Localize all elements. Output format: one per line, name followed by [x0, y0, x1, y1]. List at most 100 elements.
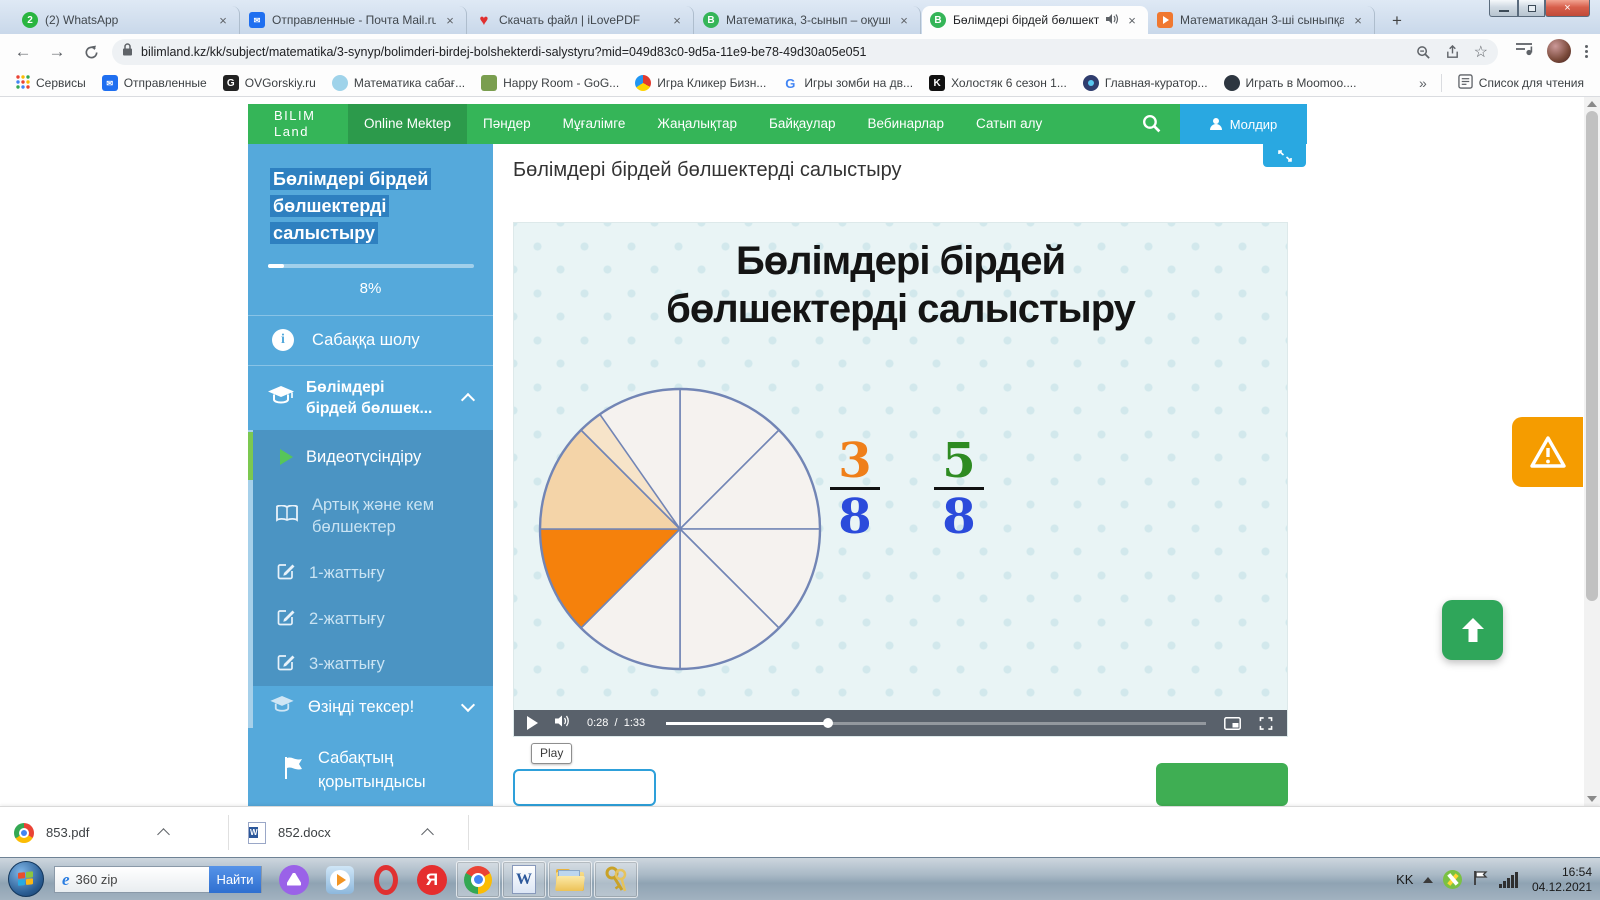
- taskbar-clock[interactable]: 16:54 04.12.2021: [1532, 865, 1592, 895]
- lock-icon[interactable]: [122, 43, 133, 61]
- page-scrollbar[interactable]: [1584, 97, 1600, 806]
- nav-pander[interactable]: Пәндер: [467, 104, 547, 144]
- zoom-icon[interactable]: [1416, 45, 1431, 60]
- audio-speaker-icon[interactable]: [1106, 13, 1119, 28]
- minimize-button[interactable]: [1489, 0, 1518, 17]
- volume-icon[interactable]: [555, 714, 571, 733]
- bookmark-sent-mail[interactable]: ✉ Отправленные: [101, 75, 207, 91]
- seek-handle[interactable]: [823, 718, 833, 728]
- nav-online-mektep[interactable]: Online Mektep: [348, 104, 468, 144]
- start-button[interactable]: [8, 861, 44, 897]
- taskbar-media-player-icon[interactable]: [318, 861, 362, 898]
- video-player[interactable]: Бөлімдері бірдей бөлшектерді салыстыру 3: [513, 222, 1288, 737]
- scrollbar-thumb[interactable]: [1586, 111, 1598, 601]
- chevron-up-icon[interactable]: [420, 828, 434, 841]
- 360-security-icon[interactable]: [1443, 870, 1463, 889]
- close-window-button[interactable]: ×: [1545, 0, 1590, 17]
- search-icon[interactable]: [1141, 113, 1162, 139]
- taskbar-word-icon[interactable]: W: [502, 861, 546, 898]
- scroll-down-arrow[interactable]: [1587, 796, 1597, 802]
- reload-icon[interactable]: [78, 39, 104, 65]
- seek-bar[interactable]: [666, 718, 1206, 728]
- scroll-up-arrow[interactable]: [1587, 101, 1597, 107]
- close-icon[interactable]: ×: [669, 12, 685, 28]
- pip-icon[interactable]: [1224, 717, 1241, 735]
- search-input-value[interactable]: 360 zip: [76, 872, 118, 887]
- nav-mugalimge[interactable]: Мұғалімге: [547, 104, 642, 144]
- close-icon[interactable]: ×: [1350, 12, 1366, 28]
- close-icon[interactable]: ×: [442, 12, 458, 28]
- bookmark-moomoo[interactable]: Играть в Moomoo....: [1223, 75, 1356, 91]
- taskbar-yandex-icon[interactable]: Я: [410, 861, 454, 898]
- user-account[interactable]: Молдир: [1180, 104, 1307, 144]
- download-item-pdf[interactable]: 853.pdf: [14, 817, 171, 848]
- tab-bilimland-1[interactable]: B Математика, 3-сынып – оқушы ×: [695, 6, 921, 34]
- close-icon[interactable]: ×: [215, 12, 231, 28]
- url-text[interactable]: bilimland.kz/kk/subject/matematika/3-syn…: [141, 45, 1402, 59]
- browser-menu-icon[interactable]: [1585, 44, 1588, 58]
- find-button[interactable]: Найти: [209, 866, 261, 893]
- sidebar-item-more-less-fractions[interactable]: Артық және кем бөлшектер: [248, 484, 493, 548]
- close-icon[interactable]: ×: [1124, 12, 1140, 28]
- forward-icon[interactable]: →: [44, 39, 70, 65]
- sidebar-section-lesson[interactable]: Бөлімдері бірдей бөлшек...: [248, 365, 493, 430]
- restore-button[interactable]: [1518, 0, 1545, 17]
- tab-ilovepdf[interactable]: ♥ Скачать файл | iLovePDF ×: [468, 6, 694, 34]
- pagination-box-partial[interactable]: [513, 769, 656, 806]
- tab-mailru[interactable]: ✉ Отправленные - Почта Mail.ru ×: [241, 6, 467, 34]
- taskbar-explorer-icon[interactable]: [548, 861, 592, 898]
- media-controls-icon[interactable]: [1515, 41, 1533, 62]
- sidebar-item-video[interactable]: Видеотүсіндіру: [248, 432, 493, 482]
- up-arrow-icon: [1461, 618, 1484, 642]
- tab-whatsapp[interactable]: 2 (2) WhatsApp ×: [14, 6, 240, 34]
- taskbar-chrome-icon[interactable]: [456, 861, 500, 898]
- download-item-docx[interactable]: W 852.docx: [248, 817, 434, 848]
- denominator: 8: [942, 489, 976, 545]
- nav-satyp-alu[interactable]: Сатып алу: [960, 104, 1058, 144]
- nav-vebinarlar[interactable]: Вебинарлар: [852, 104, 961, 144]
- warning-button[interactable]: [1512, 417, 1583, 487]
- bookmark-kholostyak[interactable]: K Холостяк 6 сезон 1...: [929, 75, 1067, 91]
- chevron-up-icon[interactable]: [157, 828, 171, 841]
- action-center-flag-icon[interactable]: [1472, 869, 1489, 891]
- tab-bilimland-active[interactable]: B Бөлімдері бірдей бөлшект ×: [922, 6, 1148, 34]
- tab-matematikadan[interactable]: Математикадан 3-ші сыныпқа ×: [1149, 6, 1375, 34]
- bookmark-matematika[interactable]: Математика сабағ...: [331, 75, 465, 91]
- sidebar-item-overview[interactable]: i Сабаққа шолу: [248, 315, 493, 365]
- bookmark-happy-room[interactable]: Happy Room - GoG...: [481, 75, 619, 91]
- fullscreen-icon[interactable]: [1259, 717, 1273, 735]
- sidebar-item-exercise-1[interactable]: 1-жаттығу: [248, 550, 493, 596]
- play-button[interactable]: [527, 716, 538, 730]
- bookmark-star-icon[interactable]: ☆: [1474, 42, 1488, 62]
- sidebar-item-lesson-summary[interactable]: Сабақтың қорытындысы: [248, 734, 493, 806]
- profile-avatar[interactable]: [1547, 39, 1571, 63]
- bookmark-services[interactable]: Сервисы: [16, 74, 86, 92]
- taskbar-alice-icon[interactable]: [272, 861, 316, 898]
- next-button-partial[interactable]: [1156, 763, 1288, 806]
- bookmark-ovgorskiy[interactable]: G OVGorskiy.ru: [222, 75, 316, 91]
- bookmark-zombie[interactable]: G Игры зомби на дв...: [782, 75, 913, 91]
- taskbar-search[interactable]: e 360 zip Найти: [54, 866, 262, 893]
- share-icon[interactable]: [1445, 44, 1460, 60]
- network-signal-icon[interactable]: [1499, 871, 1518, 888]
- taskbar-keys-icon[interactable]: [594, 861, 638, 898]
- bookmark-curator[interactable]: Главная-куратор...: [1082, 75, 1208, 91]
- reading-list[interactable]: Список для чтения: [1458, 74, 1584, 92]
- sidebar-item-exercise-3[interactable]: 3-жаттығу: [248, 642, 493, 686]
- nav-baiqaular[interactable]: Байқаулар: [753, 104, 852, 144]
- language-indicator[interactable]: KK: [1396, 872, 1413, 887]
- new-tab-button[interactable]: +: [1385, 9, 1409, 33]
- taskbar-opera-icon[interactable]: [364, 861, 408, 898]
- address-bar[interactable]: bilimland.kz/kk/subject/matematika/3-syn…: [112, 39, 1498, 65]
- close-icon[interactable]: ×: [896, 12, 912, 28]
- tray-expand-icon[interactable]: [1423, 876, 1434, 883]
- bookmarks-overflow[interactable]: »: [1419, 75, 1427, 91]
- nav-zhanalyqtar[interactable]: Жаңалықтар: [641, 104, 753, 144]
- back-icon[interactable]: ←: [10, 39, 36, 65]
- bookmark-clicker[interactable]: Игра Кликер Бизн...: [635, 75, 766, 91]
- scroll-to-top-button[interactable]: [1442, 600, 1503, 660]
- bilimland-logo[interactable]: BILIM Land: [274, 108, 315, 139]
- sidebar-item-exercise-2[interactable]: 2-жаттығу: [248, 596, 493, 642]
- resize-widget-button[interactable]: [1263, 144, 1306, 167]
- sidebar-item-check-yourself[interactable]: Өзіңді тексер!: [248, 686, 493, 728]
